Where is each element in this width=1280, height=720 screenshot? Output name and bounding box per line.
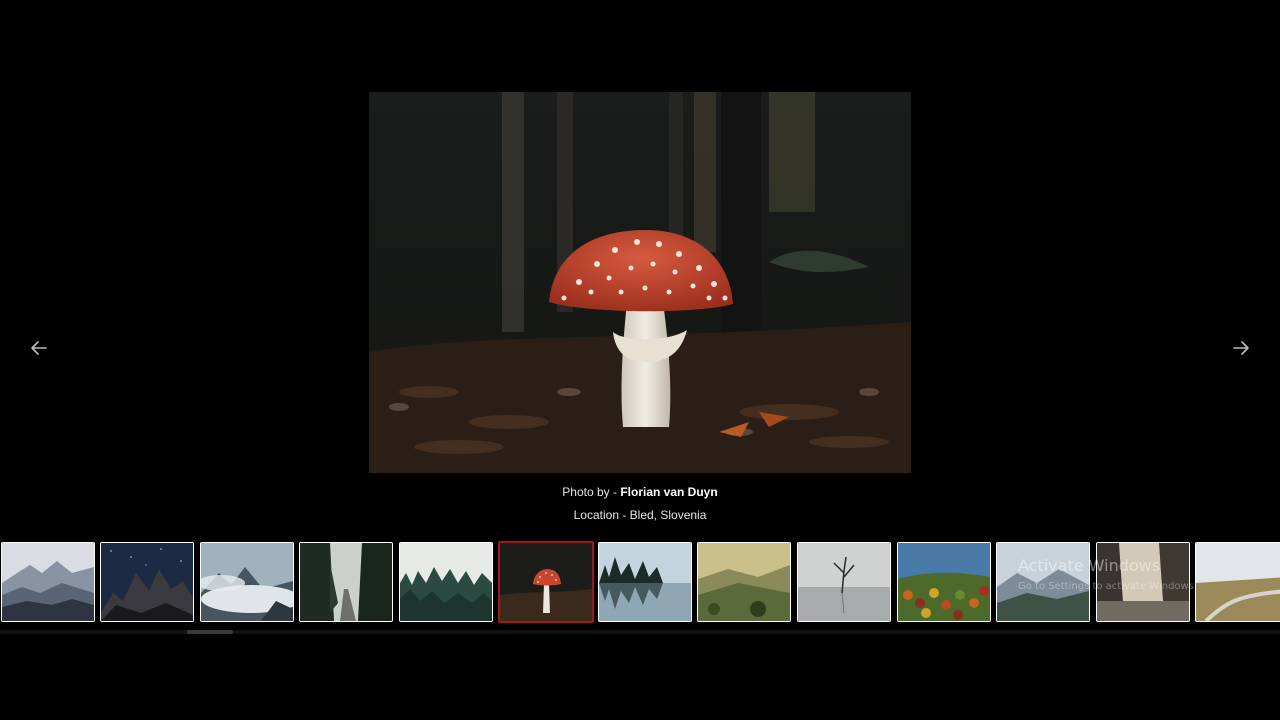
lightbox-viewer: Photo by - Florian van Duyn Location - B… <box>0 0 1280 720</box>
photo-location: Location - Bled, Slovenia <box>573 508 707 522</box>
thumbnail-starry-night-peaks[interactable] <box>100 542 194 622</box>
arrow-left-icon <box>31 341 47 355</box>
thumbnail-coastal-road[interactable] <box>1195 542 1280 622</box>
thumbnail-autumn-forest-aerial[interactable] <box>897 542 991 622</box>
thumbnail-misty-pine-forest[interactable] <box>399 542 493 622</box>
arrow-right-icon <box>1233 341 1249 355</box>
main-photo <box>369 92 911 473</box>
thumbnail-sunlit-valley[interactable] <box>697 542 791 622</box>
scrollbar-handle[interactable] <box>187 630 233 634</box>
watermark-subtitle: Go to Settings to activate Windows. <box>1018 581 1198 592</box>
thumbnail-misty-mountain-ridges[interactable] <box>1 542 95 622</box>
mushroom-photo <box>369 92 911 473</box>
previous-photo-button[interactable] <box>27 336 51 360</box>
thumbnail-lake-tree-reflection[interactable] <box>598 542 692 622</box>
thumbnail-lone-tree-in-lake[interactable] <box>797 542 891 622</box>
thumbnail-foggy-forest-road[interactable] <box>299 542 393 622</box>
watermark-title: Activate Windows <box>1018 556 1161 575</box>
thumbnail-scrollbar[interactable] <box>0 630 1280 634</box>
thumbnail-cloudy-mountains[interactable] <box>200 542 294 622</box>
photo-credit: Photo by - Florian van Duyn <box>0 485 1280 499</box>
activate-windows-watermark: Activate Windows Go to Settings to activ… <box>1018 556 1197 592</box>
next-photo-button[interactable] <box>1229 336 1253 360</box>
photographer-name[interactable]: Florian van Duyn <box>620 485 717 499</box>
thumbnail-red-mushroom[interactable] <box>498 541 594 623</box>
credit-prefix: Photo by - <box>562 485 621 499</box>
